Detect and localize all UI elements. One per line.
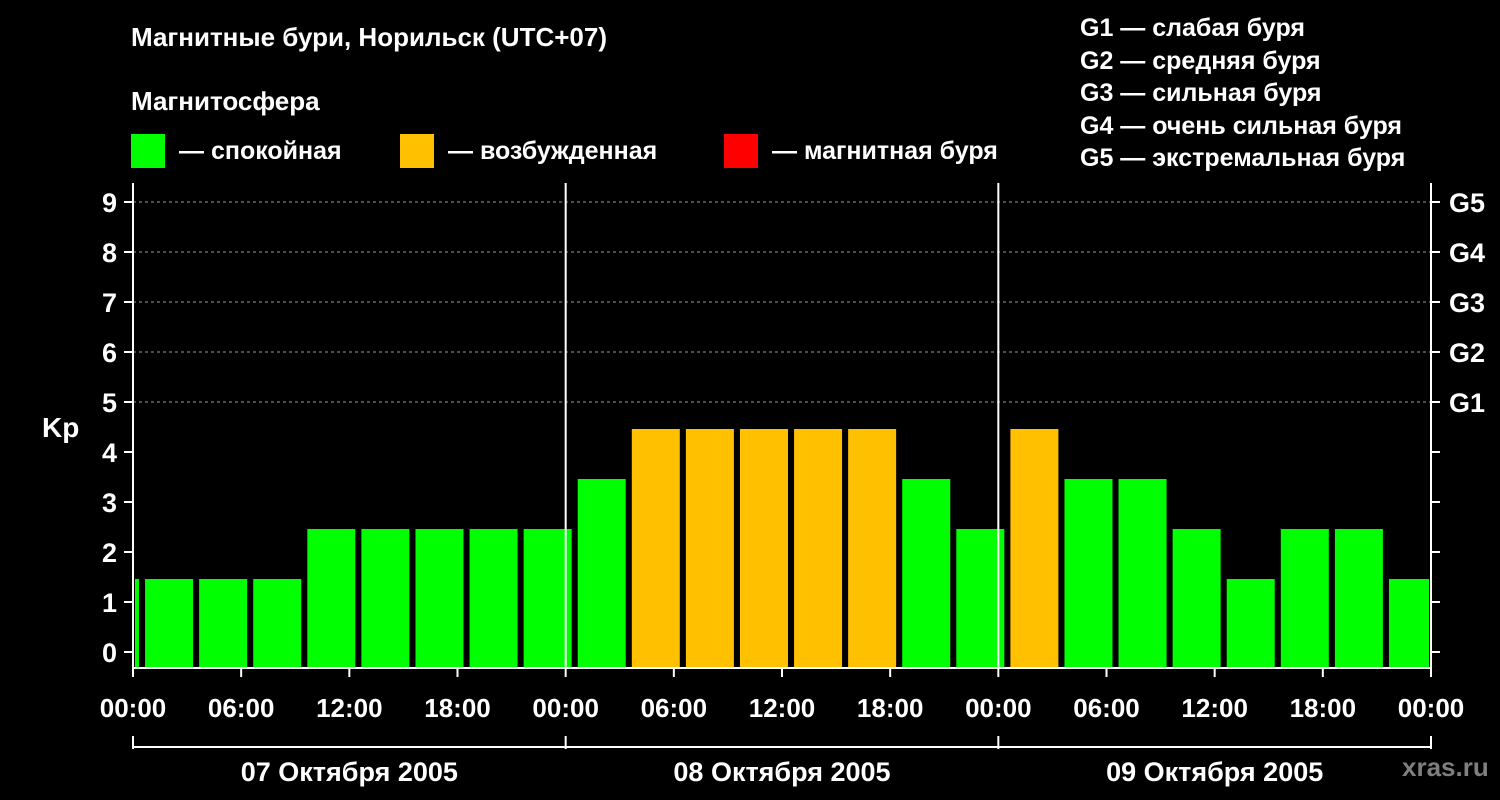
kp-bar bbox=[956, 529, 1005, 668]
y-tick-label: 3 bbox=[102, 488, 117, 518]
x-tick-label: 18:00 bbox=[857, 693, 924, 723]
x-tick-label: 18:00 bbox=[424, 693, 491, 723]
kp-bar bbox=[253, 579, 302, 668]
day-label: 07 Октября 2005 bbox=[241, 757, 458, 787]
g-level-label: G1 bbox=[1449, 388, 1485, 418]
x-tick-label: 06:00 bbox=[208, 693, 275, 723]
watermark: xras.ru bbox=[1402, 752, 1489, 782]
day-label: 09 Октября 2005 bbox=[1106, 757, 1323, 787]
g-level-label: G3 bbox=[1449, 288, 1485, 318]
x-tick-label: 00:00 bbox=[532, 693, 599, 723]
x-tick-label: 12:00 bbox=[316, 693, 383, 723]
kp-bar bbox=[577, 479, 626, 668]
kp-bar bbox=[1172, 529, 1221, 668]
y-tick-label: 4 bbox=[102, 438, 117, 468]
kp-bar bbox=[1388, 579, 1429, 668]
kp-bar bbox=[848, 429, 897, 668]
y-axis-label: Kp bbox=[42, 412, 79, 443]
x-tick-label: 00:00 bbox=[100, 693, 167, 723]
x-tick-label: 06:00 bbox=[1073, 693, 1140, 723]
kp-bar bbox=[199, 579, 248, 668]
kp-bar bbox=[415, 529, 464, 668]
x-tick-label: 12:00 bbox=[749, 693, 816, 723]
kp-bar bbox=[523, 529, 572, 668]
g-level-label: G2 bbox=[1449, 338, 1485, 368]
y-tick-label: 1 bbox=[102, 588, 117, 618]
x-tick-label: 12:00 bbox=[1181, 693, 1248, 723]
y-tick-label: 5 bbox=[102, 388, 117, 418]
kp-bar bbox=[469, 529, 518, 668]
kp-bar bbox=[1118, 479, 1167, 668]
kp-bar bbox=[1334, 529, 1383, 668]
g-level-label: G5 bbox=[1449, 188, 1485, 218]
kp-bar-chart: 0 1 2 3 4 5 6 7 8 9 G1 G2 G3 G4 G5 Kp 00:00 06:00 12:00 18:… bbox=[42, 183, 1485, 787]
kp-bar bbox=[1280, 529, 1329, 668]
kp-bar bbox=[135, 579, 139, 668]
kp-bar bbox=[794, 429, 843, 668]
kp-bar bbox=[145, 579, 194, 668]
kp-bar bbox=[1064, 479, 1113, 668]
x-tick-label: 00:00 bbox=[1398, 693, 1465, 723]
y-tick-label: 7 bbox=[102, 288, 117, 318]
y-tick-label: 8 bbox=[102, 238, 117, 268]
x-tick-label: 00:00 bbox=[965, 693, 1032, 723]
kp-bar bbox=[1010, 429, 1059, 668]
kp-bar bbox=[902, 479, 951, 668]
kp-bar bbox=[685, 429, 734, 668]
kp-bar bbox=[631, 429, 680, 668]
day-label: 08 Октября 2005 bbox=[673, 757, 890, 787]
x-tick-label: 06:00 bbox=[641, 693, 708, 723]
y-tick-label: 9 bbox=[102, 188, 117, 218]
kp-bar bbox=[361, 529, 410, 668]
y-tick-label: 6 bbox=[102, 338, 117, 368]
y-tick-label: 2 bbox=[102, 538, 117, 568]
x-tick-label: 18:00 bbox=[1290, 693, 1357, 723]
g-level-label: G4 bbox=[1449, 238, 1485, 268]
kp-bar bbox=[307, 529, 356, 668]
kp-bar bbox=[739, 429, 788, 668]
y-tick-label: 0 bbox=[102, 638, 117, 668]
kp-bar bbox=[1226, 579, 1275, 668]
